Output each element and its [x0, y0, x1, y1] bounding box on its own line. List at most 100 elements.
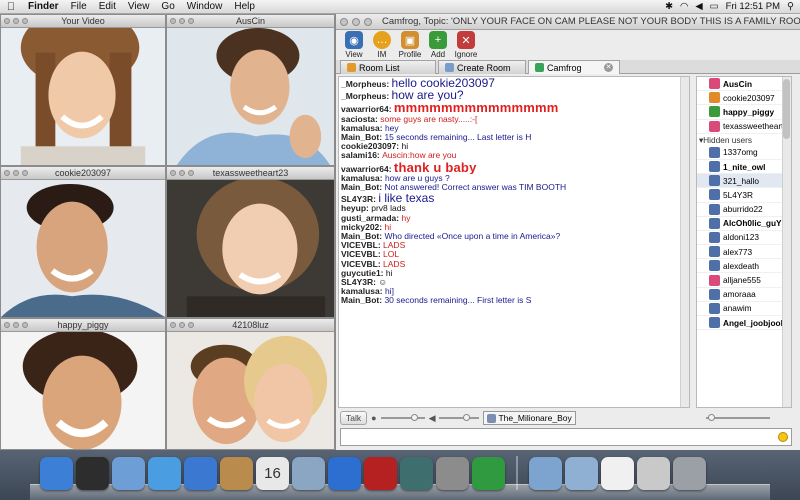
user-list-item[interactable]: 321_hallo — [697, 174, 791, 189]
chat-nick[interactable]: SL4Y3R: — [341, 278, 378, 287]
camfrog-icon[interactable] — [472, 456, 505, 490]
menu-edit[interactable]: Edit — [93, 1, 122, 12]
chat-nick[interactable]: VICEVBL: — [341, 250, 383, 259]
chat-nick[interactable]: micky202: — [341, 223, 384, 232]
chat-nick[interactable]: kamalusa: — [341, 287, 385, 296]
volume-icon[interactable]: ◀ — [695, 1, 702, 12]
user-list-item[interactable]: 1_nite_owl — [697, 160, 791, 175]
video-window-auscin[interactable]: AusCin — [166, 14, 335, 166]
chat-nick[interactable]: vawarrior64: — [341, 164, 394, 174]
user-list-scrollbar[interactable] — [782, 77, 791, 407]
ichat-icon[interactable] — [184, 456, 217, 490]
window-controls[interactable] — [170, 170, 194, 176]
tab-room-list[interactable]: Room List — [340, 60, 436, 74]
chat-nick[interactable]: guycutie1: — [341, 269, 386, 278]
menu-app-finder[interactable]: Finder — [22, 1, 65, 12]
video-window-texassweetheart23[interactable]: texassweetheart23 — [166, 166, 335, 318]
menu-window[interactable]: Window — [181, 1, 229, 12]
ical-icon[interactable]: 16 — [256, 456, 289, 490]
view-button[interactable]: ◉ View — [342, 31, 366, 59]
chat-nick[interactable]: kamalusa: — [341, 124, 385, 133]
documents-folder-icon[interactable] — [565, 456, 598, 490]
chat-nick[interactable]: VICEVBL: — [341, 241, 383, 250]
video-window-42108luz[interactable]: 42108luz — [166, 318, 335, 450]
user-list-item[interactable]: 1337omg — [697, 146, 791, 160]
current-speaker[interactable]: The_Milionare_Boy — [483, 411, 576, 425]
video-window-your-video[interactable]: Your Video — [0, 14, 166, 166]
chat-nick[interactable]: _Morpheus: — [341, 79, 392, 89]
window-controls[interactable] — [4, 170, 28, 176]
window-controls[interactable] — [170, 18, 194, 24]
chat-nick[interactable]: kamalusa: — [341, 174, 385, 183]
tab-create-room[interactable]: Create Room — [438, 60, 526, 74]
menubar-clock[interactable]: Fri 12:51 PM — [726, 1, 780, 12]
window-controls[interactable] — [4, 322, 28, 328]
chat-scrollbar[interactable] — [680, 77, 689, 407]
menu-view[interactable]: View — [122, 1, 156, 12]
iphoto-icon[interactable] — [292, 456, 325, 490]
document-icon[interactable] — [601, 456, 634, 490]
window-controls[interactable] — [340, 18, 372, 26]
video-size-slider[interactable] — [705, 414, 770, 421]
wifi-icon[interactable]: ◠ — [680, 1, 688, 12]
chat-nick[interactable]: Main_Bot: — [341, 183, 384, 192]
user-list-item[interactable]: AusCin — [697, 77, 791, 92]
user-list-item[interactable]: aburrido22 — [697, 203, 791, 217]
itunes-icon[interactable] — [328, 456, 361, 490]
add-button[interactable]: + Add — [426, 31, 450, 59]
chat-nick[interactable]: vawarrior64: — [341, 104, 394, 114]
window-controls[interactable] — [170, 322, 194, 328]
apple-icon[interactable]:  — [0, 1, 22, 13]
dashboard-icon[interactable] — [76, 456, 109, 490]
mic-volume-slider[interactable] — [380, 414, 425, 421]
safari-icon[interactable] — [148, 456, 181, 490]
finder-icon[interactable] — [40, 456, 73, 490]
window-controls[interactable] — [4, 18, 28, 24]
system-preferences-icon[interactable] — [436, 456, 469, 490]
user-list-item[interactable]: Angel_joobjoob — [697, 316, 791, 331]
menu-help[interactable]: Help — [228, 1, 261, 12]
user-list-item[interactable]: happy_piggy — [697, 105, 791, 120]
message-input[interactable] — [340, 428, 792, 446]
close-tab-icon[interactable]: ✕ — [604, 63, 613, 72]
activity-icon[interactable] — [637, 456, 670, 490]
user-list-item[interactable]: aldoni123 — [697, 231, 791, 246]
chat-log[interactable]: _Morpheus: hello cookie203097 _Morpheus: … — [338, 76, 690, 408]
video-window-cookie203097[interactable]: cookie203097 — [0, 166, 166, 318]
user-list-item[interactable]: 5L4Y3R — [697, 188, 791, 203]
menu-go[interactable]: Go — [155, 1, 180, 12]
user-list-item[interactable]: alljane555 — [697, 273, 791, 288]
im-button[interactable]: … IM — [370, 31, 394, 59]
chat-nick[interactable]: saciosta: — [341, 115, 380, 124]
chat-nick[interactable]: Main_Bot: — [341, 133, 384, 142]
tab-camfrog[interactable]: Camfrog ✕ — [528, 60, 620, 74]
time-machine-icon[interactable] — [400, 456, 433, 490]
chat-nick[interactable]: VICEVBL: — [341, 260, 383, 269]
user-list-item[interactable]: AlcOh0lic_guY — [697, 217, 791, 231]
chat-nick[interactable]: gusti_armada: — [341, 214, 401, 223]
chat-nick[interactable]: Main_Bot: — [341, 296, 384, 305]
bluetooth-icon[interactable]: ✱ — [665, 1, 673, 12]
user-list-item[interactable]: amoraaa — [697, 288, 791, 302]
spotlight-icon[interactable]: ⚲ — [787, 1, 794, 12]
chat-nick[interactable]: cookie203097: — [341, 142, 401, 151]
photo-booth-icon[interactable] — [364, 456, 397, 490]
smiley-icon[interactable] — [778, 432, 788, 442]
user-list-item[interactable]: texassweetheart23 — [697, 120, 791, 134]
speaker-volume-slider[interactable] — [439, 414, 480, 421]
chat-nick[interactable]: salami16: — [341, 151, 382, 160]
ignore-button[interactable]: ✕ Ignore — [454, 31, 478, 59]
user-list-item[interactable]: anawim — [697, 302, 791, 316]
hidden-users-header[interactable]: ▾Hidden users — [697, 134, 791, 146]
address-book-icon[interactable] — [220, 456, 253, 490]
user-list-item[interactable]: cookie203097 — [697, 91, 791, 106]
chat-nick[interactable]: _Morpheus: — [341, 91, 392, 101]
chat-nick[interactable]: SL4Y3R: — [341, 194, 378, 204]
user-list[interactable]: AusCin cookie203097 happy_piggy texassweeth… — [696, 76, 792, 408]
video-window-happy-piggy[interactable]: happy_piggy — [0, 318, 166, 450]
battery-icon[interactable]: ▭ — [710, 1, 719, 12]
trash-icon[interactable] — [673, 456, 706, 490]
chat-nick[interactable]: Main_Bot: — [341, 232, 384, 241]
applications-folder-icon[interactable] — [529, 456, 562, 490]
chat-nick[interactable]: heyup: — [341, 204, 371, 213]
